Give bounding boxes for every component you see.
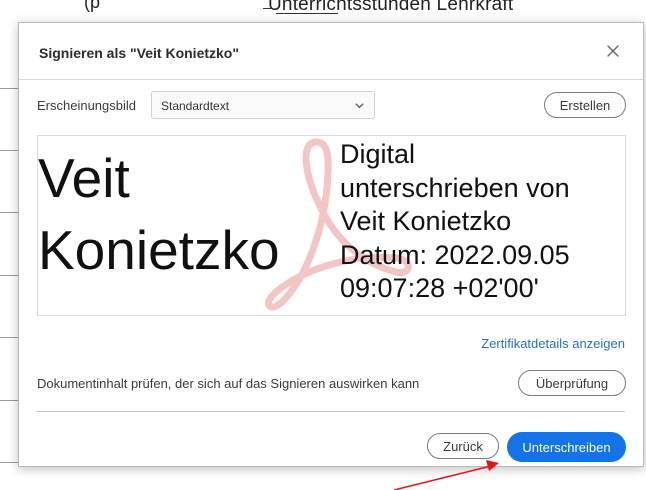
header-divider bbox=[19, 79, 643, 80]
appearance-select[interactable]: Standardtext bbox=[151, 91, 375, 119]
dialog-title: Signieren als "Veit Konietzko" bbox=[39, 45, 239, 61]
sign-button[interactable]: Unterschreiben bbox=[507, 432, 626, 462]
appearance-select-value: Standardtext bbox=[161, 99, 230, 113]
sign-dialog: Signieren als "Veit Konietzko" Erscheinu… bbox=[18, 22, 644, 467]
review-button[interactable]: Überprüfung bbox=[518, 370, 626, 396]
review-description: Dokumentinhalt prüfen, der sich auf das … bbox=[37, 376, 420, 391]
appearance-label: Erscheinungsbild bbox=[37, 98, 137, 113]
footer-divider bbox=[37, 411, 625, 412]
signature-preview: Veit Konietzko Digital unterschrieben vo… bbox=[37, 135, 626, 316]
signature-name: Veit Konietzko bbox=[38, 147, 280, 281]
background-text: Unterrichtsstunden Lehrkraft bbox=[268, 0, 514, 15]
back-button[interactable]: Zurück bbox=[427, 433, 499, 459]
close-icon[interactable] bbox=[605, 43, 621, 59]
chevron-down-icon bbox=[355, 103, 364, 109]
create-button[interactable]: Erstellen bbox=[544, 92, 626, 118]
background-text-fragment: (p bbox=[84, 0, 101, 12]
certificate-details-link[interactable]: Zertifikatdetails anzeigen bbox=[481, 336, 625, 351]
signature-details: Digital unterschrieben von Veit Konietzk… bbox=[340, 139, 570, 303]
